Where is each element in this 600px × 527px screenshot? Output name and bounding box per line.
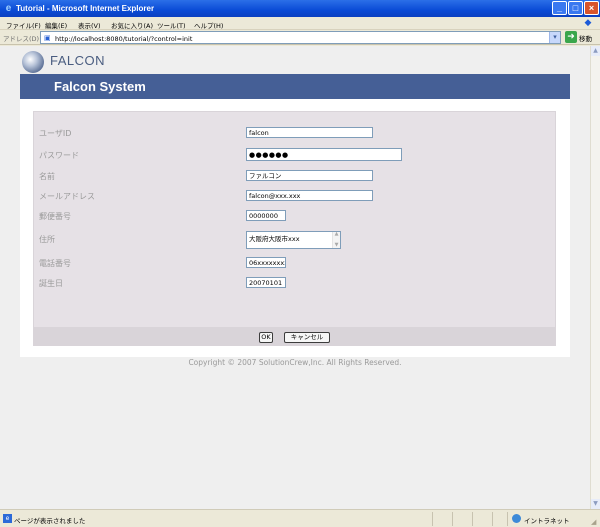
registration-form: ユーザID falcon パスワード ●●●●●● 名前 ファルコン メールアド… [33,111,556,328]
go-button[interactable]: ➜ 移動 [565,31,599,44]
status-bar: e ページが表示されました イントラネット ◢ [0,509,600,527]
address-dropdown-icon[interactable]: ▾ [549,32,560,43]
scroll-up-icon[interactable]: ▲ [333,232,340,237]
status-divider [432,512,433,526]
menu-tools[interactable]: ツール(T) [157,20,186,30]
maximize-button[interactable]: □ [568,1,583,15]
menu-bar: ファイル(F) 編集(E) 表示(V) お気に入り(A) ツール(T) ヘルプ(… [0,17,600,30]
status-divider [472,512,473,526]
menu-help[interactable]: ヘルプ(H) [194,20,223,30]
zip-input[interactable]: 0000000 [246,210,286,221]
falcon-logo-icon [22,51,44,73]
resize-grip-icon[interactable]: ◢ [591,518,599,526]
address-label: アドレス(D) [3,35,40,43]
windows-logo-icon: ◆ [584,18,592,28]
logo-text: FALCON [50,53,106,68]
birthday-input[interactable]: 20070101 [246,277,286,288]
zip-label: 郵便番号 [39,212,71,221]
menu-view[interactable]: 表示(V) [78,20,101,30]
window-title: Tutorial - Microsoft Internet Explorer [16,4,155,13]
minimize-button[interactable]: _ [552,1,567,15]
vertical-scrollbar[interactable]: ▲ ▼ [590,46,600,509]
scroll-up-arrow-icon[interactable]: ▲ [591,46,600,56]
scroll-down-icon[interactable]: ▼ [333,243,340,248]
status-divider [492,512,493,526]
page-title: Falcon System [54,79,146,94]
address-bar: アドレス(D) ▣ http://localhost:8080/tutorial… [0,30,600,45]
menu-file[interactable]: ファイル(F) [6,20,41,30]
page-banner: Falcon System [20,74,570,99]
status-divider [452,512,453,526]
ie-icon: e [5,3,12,14]
main-card: Falcon System ユーザID falcon パスワード ●●●●●● … [20,74,570,357]
page-viewport: FALCON Falcon System ユーザID falcon パスワード … [0,46,590,509]
intranet-zone-icon [512,514,521,523]
address-url: http://localhost:8080/tutorial/?control=… [55,34,193,43]
password-input[interactable]: ●●●●●● [246,148,402,161]
email-label: メールアドレス [39,192,95,201]
textarea-scrollbar[interactable]: ▲ ▼ [332,232,340,248]
address-textarea[interactable]: 大阪府大阪市xxx ▲ ▼ [246,231,341,249]
go-label: 移動 [579,35,592,43]
status-text: ページが表示されました [14,517,86,525]
ok-button[interactable]: OK [259,332,273,343]
close-button[interactable]: × [584,1,599,15]
status-divider [507,512,508,526]
security-zone: イントラネット [524,517,570,525]
password-label: パスワード [39,151,79,160]
copyright-text: Copyright © 2007 SolutionCrew,Inc. All R… [188,358,402,367]
address-field-label: 住所 [39,235,55,244]
birthday-label: 誕生日 [39,279,63,288]
page-icon: ▣ [44,34,51,42]
menu-edit[interactable]: 編集(E) [45,20,67,30]
menu-favorites[interactable]: お気に入り(A) [111,20,153,30]
address-textarea-value: 大阪府大阪市xxx [249,235,300,243]
name-label: 名前 [39,172,55,181]
page-done-icon: e [3,514,12,523]
userid-input[interactable]: falcon [246,127,373,138]
button-bar: OK キャンセル [33,328,556,346]
cancel-button[interactable]: キャンセル [284,332,330,343]
phone-label: 電話番号 [39,259,71,268]
address-input[interactable]: ▣ http://localhost:8080/tutorial/?contro… [40,31,561,44]
scroll-down-arrow-icon[interactable]: ▼ [591,499,600,509]
userid-label: ユーザID [39,129,72,138]
phone-input[interactable]: 06xxxxxxxx [246,257,286,268]
email-input[interactable]: falcon@xxx.xxx [246,190,373,201]
go-arrow-icon: ➜ [565,31,577,43]
name-input[interactable]: ファルコン [246,170,373,181]
window-title-bar[interactable]: e Tutorial - Microsoft Internet Explorer… [0,0,600,17]
